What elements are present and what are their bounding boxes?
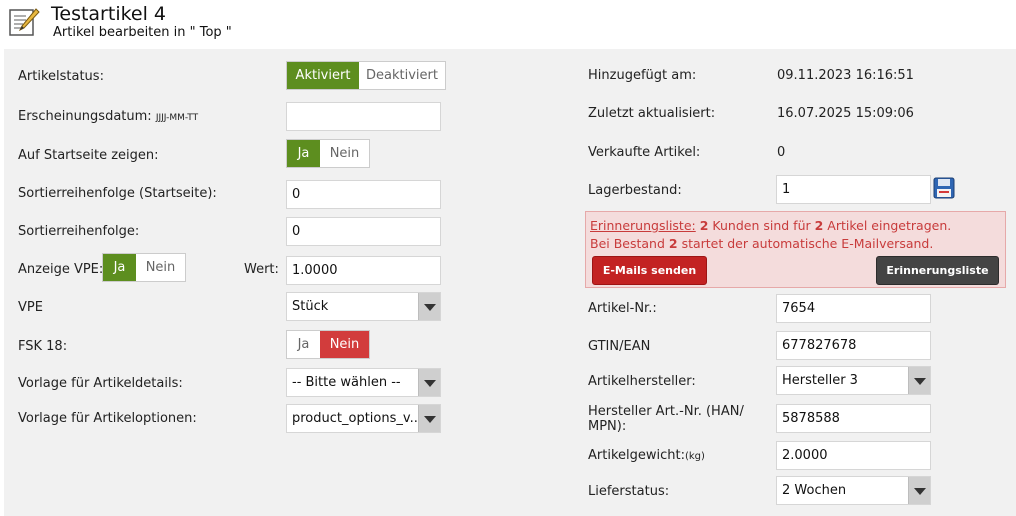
date-hint: JJJJ-MM-TT: [155, 113, 199, 123]
date-label: Erscheinungsdatum: JJJJ-MM-TT: [18, 109, 199, 124]
wert-label: Wert:: [244, 262, 279, 277]
alert-line-1: Erinnerungsliste: 2 Kunden sind für 2 Ar…: [590, 218, 952, 233]
tmpl-options-select[interactable]: product_options_v...: [286, 404, 441, 433]
gtin-label: GTIN/EAN: [588, 339, 651, 354]
updated-label: Zuletzt aktualisiert:: [588, 106, 716, 121]
sort-start-label: Sortierreihenfolge (Startseite):: [18, 186, 217, 201]
status-toggle: Aktiviert Deaktiviert: [286, 61, 446, 90]
artnr-label: Artikel-Nr.:: [588, 301, 657, 316]
chevron-down-icon[interactable]: [908, 477, 930, 504]
alert-line-2: Bei Bestand 2 startet der automatische E…: [590, 236, 934, 251]
mpn-label: Hersteller Art.-Nr. (HAN/MPN):: [588, 404, 744, 434]
startpage-no-option[interactable]: Nein: [320, 140, 369, 167]
vpe-show-label: Anzeige VPE:: [18, 262, 104, 277]
save-icon[interactable]: [933, 177, 955, 199]
manufacturer-select[interactable]: Hersteller 3: [776, 366, 931, 395]
sold-value: 0: [777, 145, 786, 160]
manufacturer-label: Artikelhersteller:: [588, 374, 696, 389]
vpe-show-yes-option[interactable]: Ja: [103, 254, 136, 281]
chevron-down-icon[interactable]: [418, 405, 440, 432]
added-label: Hinzugefügt am:: [588, 68, 697, 83]
chevron-down-icon[interactable]: [418, 293, 440, 320]
vpe-show-toggle: Ja Nein: [102, 253, 186, 282]
sort-input[interactable]: 0: [286, 217, 441, 246]
tmpl-options-label: Vorlage für Artikeloptionen:: [18, 411, 197, 426]
stock-input[interactable]: 1: [776, 175, 931, 204]
added-value: 09.11.2023 16:16:51: [777, 68, 914, 83]
vpe-label: VPE: [18, 300, 43, 315]
chevron-down-icon[interactable]: [908, 367, 930, 394]
fsk-yes-option[interactable]: Ja: [287, 331, 320, 358]
reminder-list-link[interactable]: Erinnerungsliste:: [590, 218, 696, 233]
page-title: Testartikel 4: [51, 3, 167, 25]
status-inactive-option[interactable]: Deaktiviert: [359, 62, 445, 89]
fsk-label: FSK 18:: [18, 339, 68, 354]
chevron-down-icon[interactable]: [418, 369, 440, 396]
wert-input[interactable]: 1.0000: [286, 256, 441, 285]
status-label: Artikelstatus:: [18, 69, 104, 84]
reminder-alert: Erinnerungsliste: 2 Kunden sind für 2 Ar…: [585, 211, 1006, 288]
status-active-option[interactable]: Aktiviert: [287, 62, 359, 89]
startpage-toggle: Ja Nein: [286, 139, 370, 168]
send-emails-button[interactable]: E-Mails senden: [592, 256, 707, 285]
weight-input[interactable]: 2.0000: [776, 441, 931, 470]
sold-label: Verkaufte Artikel:: [588, 145, 701, 160]
sort-label: Sortierreihenfolge:: [18, 224, 140, 239]
startpage-label: Auf Startseite zeigen:: [18, 148, 159, 163]
stock-label: Lagerbestand:: [588, 183, 682, 198]
page-subtitle: Artikel bearbeiten in " Top ": [53, 25, 232, 40]
date-input[interactable]: [286, 102, 441, 131]
tmpl-details-label: Vorlage für Artikeldetails:: [18, 376, 183, 391]
vpe-select[interactable]: Stück: [286, 292, 441, 321]
delivery-select[interactable]: 2 Wochen: [776, 476, 931, 505]
vpe-show-no-option[interactable]: Nein: [136, 254, 185, 281]
delivery-label: Lieferstatus:: [588, 484, 670, 499]
artnr-input[interactable]: 7654: [776, 294, 931, 323]
fsk-toggle: Ja Nein: [286, 330, 370, 359]
gtin-input[interactable]: 677827678: [776, 331, 931, 360]
edit-document-icon: [9, 8, 40, 36]
mpn-input[interactable]: 5878588: [776, 404, 931, 433]
sort-start-input[interactable]: 0: [286, 180, 441, 209]
tmpl-details-select[interactable]: -- Bitte wählen --: [286, 368, 441, 397]
reminder-list-button[interactable]: Erinnerungsliste: [876, 256, 999, 285]
fsk-no-option[interactable]: Nein: [320, 331, 369, 358]
updated-value: 16.07.2025 15:09:06: [777, 106, 914, 121]
weight-label: Artikelgewicht:(kg): [588, 448, 705, 463]
startpage-yes-option[interactable]: Ja: [287, 140, 320, 167]
page-header: Testartikel 4 Artikel bearbeiten in " To…: [0, 0, 1016, 48]
